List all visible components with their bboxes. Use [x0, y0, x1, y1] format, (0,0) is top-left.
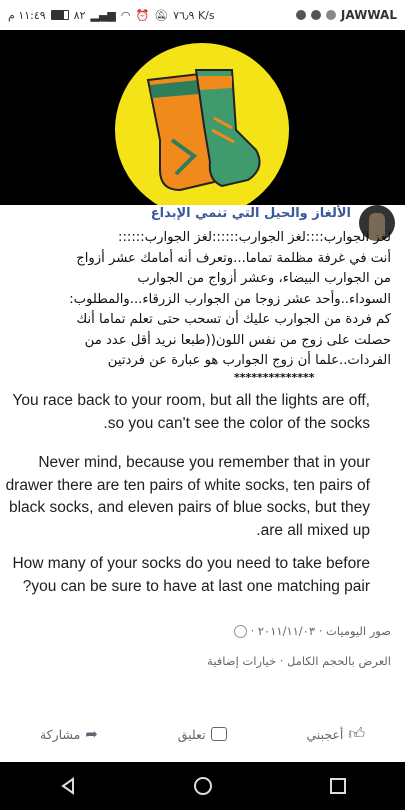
- messenger-icon: [310, 10, 321, 20]
- status-bar: ١١:٤٩ م ٨٢ ▂▄▆ ◠ ⏰ 🔕︎ ٧٦٫٩ K/s JAWWAL: [0, 0, 405, 30]
- share-button[interactable]: ➦ مشاركة: [40, 725, 98, 743]
- mute-icon: 🔕︎: [154, 8, 169, 22]
- comment-label: تعليق: [177, 726, 206, 742]
- carrier-name: JAWWAL: [340, 8, 397, 22]
- action-bar: 👍︎ أعجبني تعليق ➦ مشاركة: [0, 718, 405, 750]
- alarm-icon: ⏰: [135, 8, 150, 22]
- time-text: ١١:٤٩ م: [8, 8, 46, 22]
- globe-icon: [233, 625, 247, 638]
- post-title[interactable]: الألغاز والحيل التي تنمي الإبداع: [151, 206, 351, 221]
- home-icon: [193, 777, 212, 795]
- separator-stars: **************: [234, 371, 315, 384]
- arabic-line: كم فردة من الجوارب عليك أن تسحب حتى تعلم…: [76, 312, 391, 327]
- recents-button[interactable]: [318, 766, 358, 806]
- whatsapp-icon: [295, 10, 306, 20]
- thumbs-up-icon: 👍︎: [348, 724, 366, 743]
- comment-icon: [210, 727, 227, 741]
- back-button[interactable]: [48, 766, 88, 806]
- like-label: أعجبني: [306, 726, 344, 742]
- paragraph-3: How many of your socks do you need to ta…: [12, 555, 370, 595]
- share-icon: ➦: [85, 725, 98, 743]
- chat-icon: [325, 10, 336, 20]
- recents-icon: [329, 778, 346, 794]
- signal-icon: ▂▄▆: [90, 8, 116, 22]
- album-meta-text: صور اليوميات · ٢٠١١/١١/٠٣ ·: [250, 624, 391, 638]
- arabic-line: الفردات..علما أن زوج الجوارب هو عبارة عن…: [107, 353, 391, 368]
- green-sock-band: [198, 76, 232, 90]
- status-right: JAWWAL: [295, 8, 397, 22]
- comment-button[interactable]: تعليق: [178, 727, 227, 742]
- share-label: مشاركة: [39, 726, 81, 742]
- view-options[interactable]: العرض بالحجم الكامل · خيارات إضافية: [207, 654, 391, 668]
- status-left: ١١:٤٩ م ٨٢ ▂▄▆ ◠ ⏰ 🔕︎ ٧٦٫٩ K/s: [8, 9, 215, 22]
- album-meta[interactable]: صور اليوميات · ٢٠١١/١١/٠٣ ·: [233, 624, 391, 638]
- arabic-line: من الجوارب البيضاء، وعشر أزواج من الجوار…: [137, 271, 391, 286]
- battery-level: ٨٢: [73, 8, 86, 22]
- paragraph-2: Never mind, because you remember that in…: [5, 454, 370, 539]
- wifi-icon: ◠: [120, 8, 131, 22]
- arabic-line: السوداء..وأحد عشر زوجا من الجوارب الزرقا…: [69, 291, 391, 307]
- post-photo[interactable]: [0, 30, 405, 217]
- paragraph-1: You race back to your room, but all the …: [12, 392, 370, 432]
- back-icon: [60, 777, 74, 795]
- post-arabic-text: لغز الجوارب::::لغز الجوارب::::::لغز الجو…: [11, 228, 391, 372]
- home-button[interactable]: [183, 766, 223, 806]
- battery-icon: [50, 10, 69, 20]
- network-speed: ٧٦٫٩ K/s: [173, 8, 215, 22]
- navigation-bar: [0, 762, 405, 810]
- like-button[interactable]: 👍︎ أعجبني: [306, 724, 365, 744]
- arabic-line: لغز الجوارب::::لغز الجوارب::::::لغز الجو…: [118, 230, 391, 245]
- arabic-line: أنت في غرفة مظلمة تماما...وتعرف أنه أمام…: [76, 250, 391, 266]
- socks-image: [0, 30, 405, 217]
- arabic-line: حصلت على زوج من نفس اللون((طبعا نريد أقل…: [84, 332, 391, 348]
